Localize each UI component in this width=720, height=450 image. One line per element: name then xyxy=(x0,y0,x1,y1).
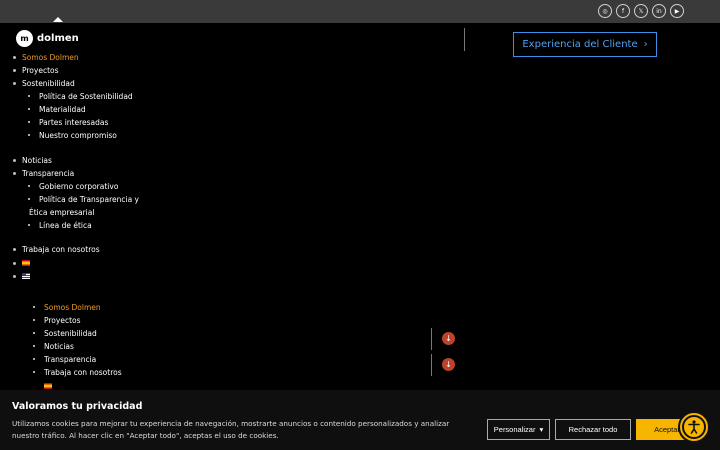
mobile-menu-proyectos[interactable]: Proyectos xyxy=(33,316,81,325)
menu-item-trabaja-con-nosotros[interactable]: Trabaja con nosotros xyxy=(13,245,100,254)
experiencia-cliente-button[interactable]: Experiencia del Cliente › xyxy=(513,32,657,57)
spain-flag-icon[interactable] xyxy=(22,260,30,266)
menu-item-proyectos[interactable]: Proyectos xyxy=(13,66,59,75)
mobile-menu-trabaja[interactable]: Trabaja con nosotros xyxy=(33,368,122,377)
logo-mark-icon: m xyxy=(16,30,33,47)
cookie-title: Valoramos tu privacidad xyxy=(12,401,143,412)
mobile-spain-flag-icon[interactable] xyxy=(44,383,52,389)
reject-all-button[interactable]: Rechazar todo xyxy=(555,419,631,440)
cookie-text: Utilizamos cookies para mejorar tu exper… xyxy=(12,419,450,440)
mobile-menu-sostenibilidad[interactable]: Sostenibilidad xyxy=(33,329,97,338)
customize-label: Personalizar xyxy=(493,425,536,434)
submenu-item-politica-transparencia-cont[interactable]: Ética empresarial xyxy=(29,208,94,217)
youtube-icon[interactable]: ▶ xyxy=(670,4,684,18)
social-links: ◎ f 𝕏 in ▶ xyxy=(598,4,684,18)
submenu-item-politica-sostenibilidad[interactable]: Política de Sostenibilidad xyxy=(28,92,133,101)
linkedin-icon[interactable]: in xyxy=(652,4,666,18)
mobile-menu-transparencia[interactable]: Transparencia xyxy=(32,355,96,364)
customize-button[interactable]: Personalizar ▾ xyxy=(487,419,550,440)
divider-line xyxy=(431,328,432,350)
menu-item-transparencia[interactable]: Transparencia xyxy=(12,169,74,178)
cookie-banner: Valoramos tu privacidad Utilizamos cooki… xyxy=(0,390,720,450)
cta-label: Experiencia del Cliente xyxy=(522,39,638,50)
submenu-item-politica-transparencia[interactable]: Política de Transparencia y xyxy=(28,195,139,204)
dolmen-logo[interactable]: m dolmen xyxy=(16,30,79,47)
instagram-icon[interactable]: ◎ xyxy=(598,4,612,18)
menu-item-sostenibilidad[interactable]: Sostenibilidad xyxy=(13,79,75,88)
logo-text: dolmen xyxy=(37,33,79,44)
submenu-item-partes-interesadas[interactable]: Partes interesadas xyxy=(27,118,108,127)
submenu-item-nuestro-compromiso[interactable]: Nuestro compromiso xyxy=(28,131,117,140)
accessibility-button[interactable] xyxy=(678,411,710,443)
chevron-right-icon: › xyxy=(643,39,648,50)
accessibility-icon xyxy=(682,415,706,439)
usa-flag-icon[interactable] xyxy=(22,273,30,279)
submenu-item-gobierno-corporativo[interactable]: Gobierno corporativo xyxy=(27,182,118,191)
menu-item-noticias[interactable]: Noticias xyxy=(13,156,52,165)
arrow-down-icon[interactable]: ↓ xyxy=(442,358,455,371)
menu-item-somos-dolmen[interactable]: Somos Dolmen xyxy=(13,53,79,62)
submenu-item-linea-etica[interactable]: Línea de ética xyxy=(28,221,92,230)
x-icon[interactable]: 𝕏 xyxy=(634,4,648,18)
divider-line xyxy=(431,354,432,376)
arrow-down-icon[interactable]: ↓ xyxy=(442,332,455,345)
mobile-menu-somos-dolmen[interactable]: Somos Dolmen xyxy=(33,303,101,312)
caret-up-icon xyxy=(53,17,63,22)
header-divider xyxy=(464,28,465,51)
facebook-icon[interactable]: f xyxy=(616,4,630,18)
mobile-menu-noticias[interactable]: Noticias xyxy=(33,342,74,351)
caret-down-icon: ▾ xyxy=(539,425,544,434)
submenu-item-materialidad[interactable]: Materialidad xyxy=(28,105,86,114)
